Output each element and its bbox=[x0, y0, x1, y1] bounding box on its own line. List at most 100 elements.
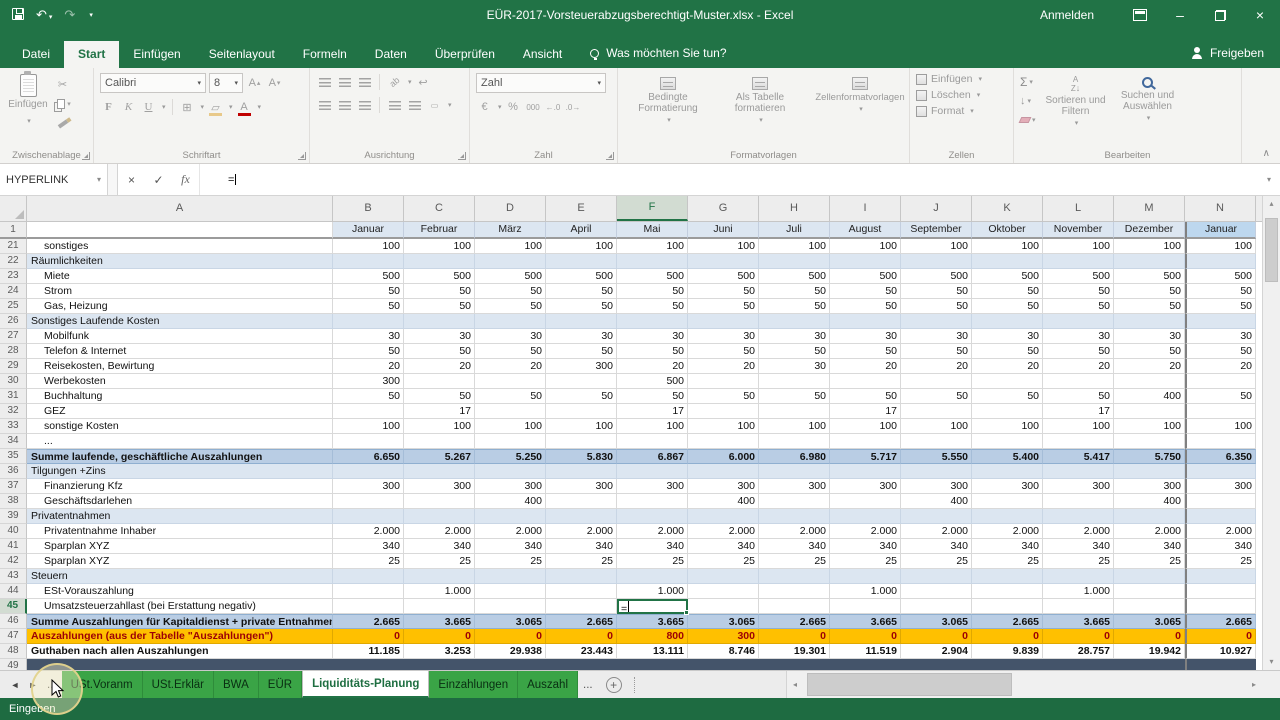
cell-I27[interactable]: 30 bbox=[830, 329, 901, 344]
cell-K37[interactable]: 300 bbox=[972, 479, 1043, 494]
cell-G1[interactable]: Juni bbox=[688, 222, 759, 239]
cell-I26[interactable] bbox=[830, 314, 901, 329]
save-icon[interactable] bbox=[12, 8, 24, 23]
row-header-49[interactable]: 49 bbox=[0, 659, 27, 670]
name-box[interactable]: HYPERLINK ▾ bbox=[0, 164, 108, 195]
tell-me-box[interactable]: Was möchten Sie tun? bbox=[576, 46, 740, 68]
ribbon-tab-formeln[interactable]: Formeln bbox=[289, 41, 361, 68]
cell-C22[interactable] bbox=[404, 254, 475, 269]
cell-B42[interactable]: 25 bbox=[333, 554, 404, 569]
cell-J30[interactable] bbox=[901, 374, 972, 389]
cell-M26[interactable] bbox=[1114, 314, 1185, 329]
cell-L47[interactable]: 0 bbox=[1043, 629, 1114, 644]
cell-N41[interactable]: 340 bbox=[1185, 539, 1256, 554]
cell-K32[interactable] bbox=[972, 404, 1043, 419]
grow-font-icon[interactable]: A▴ bbox=[246, 74, 263, 92]
cell-E43[interactable] bbox=[546, 569, 617, 584]
cell-E39[interactable] bbox=[546, 509, 617, 524]
cell-J40[interactable]: 2.000 bbox=[901, 524, 972, 539]
cell-M39[interactable] bbox=[1114, 509, 1185, 524]
sheet-overflow-right[interactable]: ... bbox=[583, 679, 593, 691]
cell-M38[interactable]: 400 bbox=[1114, 494, 1185, 509]
col-header-E[interactable]: E bbox=[546, 196, 617, 221]
cell-J26[interactable] bbox=[901, 314, 972, 329]
cell-I30[interactable] bbox=[830, 374, 901, 389]
cell-F23[interactable]: 500 bbox=[617, 269, 688, 284]
row-header-46[interactable]: 46 bbox=[0, 614, 27, 629]
row-header-38[interactable]: 38 bbox=[0, 494, 27, 509]
cell-F25[interactable]: 50 bbox=[617, 299, 688, 314]
cell-H21[interactable]: 100 bbox=[759, 239, 830, 254]
cell-G21[interactable]: 100 bbox=[688, 239, 759, 254]
scroll-up-icon[interactable]: ▴ bbox=[1263, 196, 1280, 212]
cell-J35[interactable]: 5.550 bbox=[901, 449, 972, 464]
cell-B39[interactable] bbox=[333, 509, 404, 524]
cell-N38[interactable] bbox=[1185, 494, 1256, 509]
align-bottom-icon[interactable] bbox=[356, 73, 373, 91]
cell-C31[interactable]: 50 bbox=[404, 389, 475, 404]
cell-L33[interactable]: 100 bbox=[1043, 419, 1114, 434]
cell-I48[interactable]: 11.519 bbox=[830, 644, 901, 659]
cell-B26[interactable] bbox=[333, 314, 404, 329]
cell-H44[interactable] bbox=[759, 584, 830, 599]
comma-style-icon[interactable]: 000 bbox=[525, 98, 542, 116]
col-header-I[interactable]: I bbox=[830, 196, 901, 221]
cell-N28[interactable]: 50 bbox=[1185, 344, 1256, 359]
cell-J38[interactable]: 400 bbox=[901, 494, 972, 509]
cell-K30[interactable] bbox=[972, 374, 1043, 389]
cell-B36[interactable] bbox=[333, 464, 404, 479]
cell-B41[interactable]: 340 bbox=[333, 539, 404, 554]
cell-F24[interactable]: 50 bbox=[617, 284, 688, 299]
cell-C49[interactable] bbox=[404, 659, 475, 670]
cell-C42[interactable]: 25 bbox=[404, 554, 475, 569]
cell-H40[interactable]: 2.000 bbox=[759, 524, 830, 539]
insert-function-button[interactable]: fx bbox=[172, 164, 199, 195]
cell-F43[interactable] bbox=[617, 569, 688, 584]
cell-F29[interactable]: 20 bbox=[617, 359, 688, 374]
cell-J42[interactable]: 25 bbox=[901, 554, 972, 569]
cell-M27[interactable]: 30 bbox=[1114, 329, 1185, 344]
cell-J31[interactable]: 50 bbox=[901, 389, 972, 404]
cell-A33[interactable]: sonstige Kosten bbox=[27, 419, 333, 434]
cell-D39[interactable] bbox=[475, 509, 546, 524]
cell-N34[interactable] bbox=[1185, 434, 1256, 449]
vertical-scroll-thumb[interactable] bbox=[1265, 218, 1278, 282]
font-color-icon[interactable]: A bbox=[236, 98, 253, 116]
cell-E23[interactable]: 500 bbox=[546, 269, 617, 284]
format-painter-icon[interactable] bbox=[54, 115, 71, 133]
cell-B48[interactable]: 11.185 bbox=[333, 644, 404, 659]
cell-M21[interactable]: 100 bbox=[1114, 239, 1185, 254]
cell-E46[interactable]: 2.665 bbox=[546, 614, 617, 629]
cell-C44[interactable]: 1.000 bbox=[404, 584, 475, 599]
cell-D42[interactable]: 25 bbox=[475, 554, 546, 569]
cell-H47[interactable]: 0 bbox=[759, 629, 830, 644]
bold-button[interactable]: F bbox=[100, 98, 117, 116]
cell-J28[interactable]: 50 bbox=[901, 344, 972, 359]
cell-K36[interactable] bbox=[972, 464, 1043, 479]
conditional-formatting-button[interactable]: Bedingte Formatierung ▾ bbox=[624, 75, 712, 126]
ribbon-tab-start[interactable]: Start bbox=[64, 41, 119, 68]
cell-B29[interactable]: 20 bbox=[333, 359, 404, 374]
cell-L46[interactable]: 3.665 bbox=[1043, 614, 1114, 629]
cell-D25[interactable]: 50 bbox=[475, 299, 546, 314]
cell-G35[interactable]: 6.000 bbox=[688, 449, 759, 464]
cell-B27[interactable]: 30 bbox=[333, 329, 404, 344]
cell-M42[interactable]: 25 bbox=[1114, 554, 1185, 569]
cell-J44[interactable] bbox=[901, 584, 972, 599]
cell-N33[interactable]: 100 bbox=[1185, 419, 1256, 434]
cell-E35[interactable]: 5.830 bbox=[546, 449, 617, 464]
row-header-31[interactable]: 31 bbox=[0, 389, 27, 404]
cell-G23[interactable]: 500 bbox=[688, 269, 759, 284]
cell-K29[interactable]: 20 bbox=[972, 359, 1043, 374]
minimize-button[interactable]: – bbox=[1160, 0, 1200, 30]
col-header-J[interactable]: J bbox=[901, 196, 972, 221]
cell-I31[interactable]: 50 bbox=[830, 389, 901, 404]
cell-G39[interactable] bbox=[688, 509, 759, 524]
cell-D41[interactable]: 340 bbox=[475, 539, 546, 554]
cell-M29[interactable]: 20 bbox=[1114, 359, 1185, 374]
cell-K42[interactable]: 25 bbox=[972, 554, 1043, 569]
cell-H31[interactable]: 50 bbox=[759, 389, 830, 404]
percent-style-icon[interactable]: % bbox=[505, 98, 522, 116]
cell-L22[interactable] bbox=[1043, 254, 1114, 269]
cell-G42[interactable]: 25 bbox=[688, 554, 759, 569]
